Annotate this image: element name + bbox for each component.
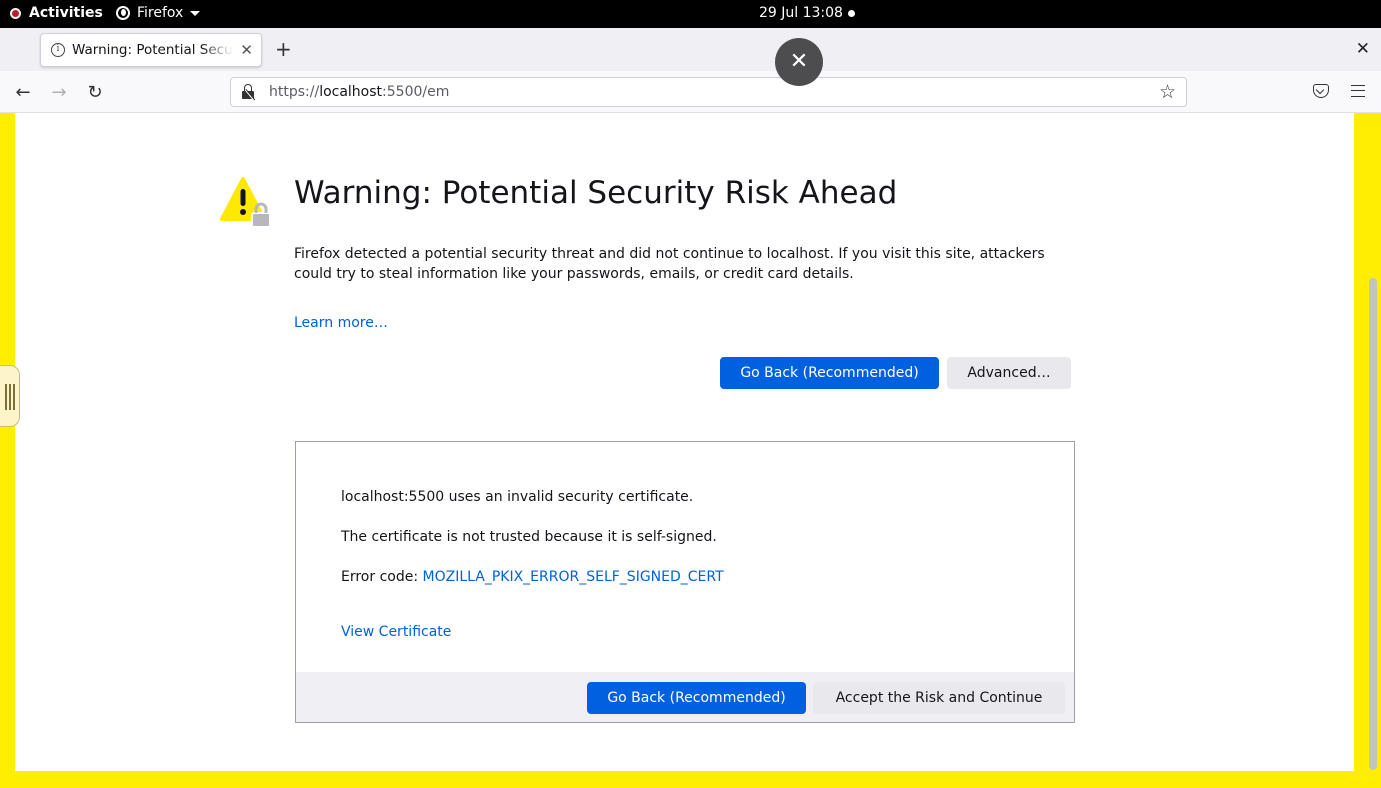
error-code-link[interactable]: MOZILLA_PKIX_ERROR_SELF_SIGNED_CERT [423,569,724,585]
error-description: Firefox detected a potential security th… [294,246,1045,282]
close-tab-icon[interactable]: ✕ [240,41,253,59]
firefox-icon [116,6,130,20]
advanced-button[interactable]: Advanced… [947,357,1071,389]
system-top-bar: Activities Firefox 29 Jul 13:08 [0,0,1381,28]
info-icon: i [51,43,65,57]
page-title: Warning: Potential Security Risk Ahead [294,175,898,211]
invalid-certificate-text: localhost:5500 uses an invalid security … [341,489,694,505]
error-page: Warning: Potential Security Risk Ahead F… [15,113,1354,771]
self-signed-text: The certificate is not trusted because i… [341,529,717,545]
learn-more-link[interactable]: Learn more… [294,315,388,331]
chevron-down-icon [190,10,201,16]
app-menu-label: Firefox [137,5,184,21]
url-bar[interactable]: https://localhost:5500/em ☆ [230,77,1187,107]
url-text[interactable]: https://localhost:5500/em [269,84,449,100]
tab-security-warning[interactable]: i Warning: Potential Security Risk Ahead… [40,33,262,67]
tab-title: Warning: Potential Security Risk Ahead [72,42,233,58]
app-menu[interactable]: Firefox [116,5,201,21]
clock[interactable]: 29 Jul 13:08 [759,5,855,21]
warning-icon [220,177,271,228]
view-certificate-link[interactable]: View Certificate [341,624,451,640]
new-tab-button[interactable]: + [275,38,292,60]
back-button[interactable]: ← [10,79,36,105]
recording-indicator-icon [10,7,21,19]
hamburger-menu-icon[interactable] [1351,85,1365,97]
tab-strip: i Warning: Potential Security Risk Ahead… [0,28,1381,71]
reload-button[interactable]: ↻ [82,79,108,105]
pocket-icon[interactable] [1313,84,1329,98]
error-code-label: Error code: [341,569,423,585]
advanced-panel: localhost:5500 uses an invalid security … [295,441,1075,723]
activities-button[interactable]: Activities [10,5,103,21]
go-back-button-secondary[interactable]: Go Back (Recommended) [587,682,806,714]
clock-text: 29 Jul 13:08 [759,5,843,21]
overlay-close-button[interactable]: ✕ [775,38,823,86]
bookmark-star-icon[interactable]: ☆ [1159,81,1176,103]
advanced-panel-footer: Go Back (Recommended) Accept the Risk an… [296,672,1074,722]
accept-risk-button[interactable]: Accept the Risk and Continue [813,682,1065,714]
notification-dot-icon [847,9,855,17]
forward-button[interactable]: → [46,79,72,105]
go-back-button[interactable]: Go Back (Recommended) [720,357,939,389]
side-panel-handle[interactable] [0,365,20,427]
activities-label: Activities [29,5,103,21]
page-scrollbar[interactable] [1369,278,1377,770]
window-close-button[interactable]: ✕ [1356,39,1370,59]
navigation-toolbar: ← → ↻ https://localhost:5500/em ☆ [0,71,1381,113]
error-code-line: Error code: MOZILLA_PKIX_ERROR_SELF_SIGN… [341,569,724,585]
insecure-lock-icon[interactable] [241,84,257,102]
content-frame: Warning: Potential Security Risk Ahead F… [0,113,1381,788]
